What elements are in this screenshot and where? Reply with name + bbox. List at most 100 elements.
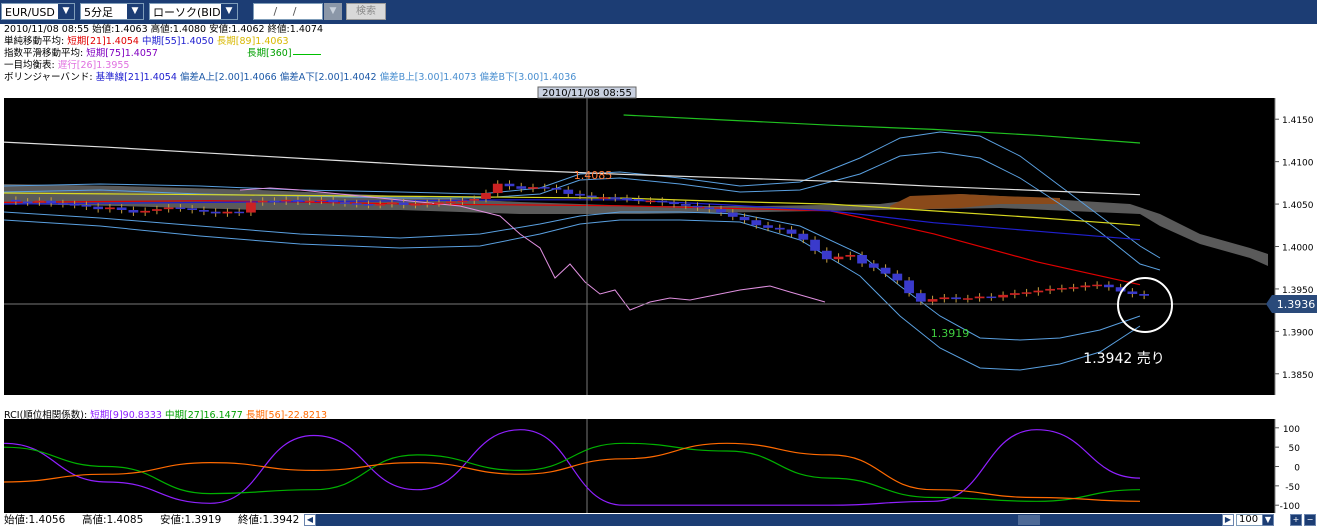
candle-body bbox=[716, 209, 726, 213]
candle-body bbox=[210, 211, 221, 214]
candle-body bbox=[633, 198, 644, 201]
zoom-out-icon[interactable]: − bbox=[1304, 514, 1316, 526]
sell-annotation: 1.3942 売り bbox=[1083, 351, 1164, 367]
candle-body bbox=[692, 205, 703, 208]
candle-body bbox=[657, 200, 668, 203]
ema-label: 指数平滑移動平均: bbox=[4, 48, 84, 59]
candle-body bbox=[34, 200, 45, 203]
scrollbar-thumb[interactable] bbox=[1018, 515, 1040, 525]
scroll-right-icon[interactable]: ▶ bbox=[1222, 514, 1234, 526]
candle-body bbox=[739, 216, 750, 221]
pair-select[interactable]: EUR/USD ▼ bbox=[1, 3, 75, 20]
long360-line-swatch bbox=[293, 54, 321, 55]
price-chart-svg[interactable]: 1.4150 1.4100 1.4050 1.4000 1.3950 1.3900 1.38… bbox=[0, 86, 1317, 406]
candle-body bbox=[175, 207, 186, 209]
indicator-info-panel: 2010/11/08 08:55 始値:1.4063 高値:1.4080 安値:… bbox=[0, 24, 1317, 86]
candle-body bbox=[962, 298, 973, 300]
price-chart[interactable]: 1.4150 1.4100 1.4050 1.4000 1.3950 1.3900 1.38… bbox=[0, 86, 1317, 406]
rci-tick-label: -50 bbox=[1285, 483, 1300, 493]
candle-body bbox=[128, 210, 139, 213]
candle-body bbox=[516, 186, 527, 189]
rci-chart[interactable]: RCI(順位相関係数): 短期[9]90.8333 中期[27]16.1477 … bbox=[0, 406, 1317, 514]
status-high: 高値:1.4085 bbox=[82, 514, 144, 526]
candle-body bbox=[504, 183, 515, 187]
candle-body bbox=[727, 212, 738, 217]
status-close: 終値:1.3942 bbox=[238, 514, 300, 526]
chevron-down-icon[interactable]: ▼ bbox=[221, 4, 237, 19]
timeframe-value: 5分足 bbox=[84, 6, 113, 19]
horizontal-scrollbar[interactable] bbox=[316, 514, 1222, 526]
candle-body bbox=[598, 197, 609, 199]
candle-body bbox=[539, 187, 550, 189]
chevron-down-icon[interactable]: ▼ bbox=[58, 4, 74, 19]
candle-body bbox=[269, 200, 280, 203]
candle-body bbox=[786, 229, 797, 234]
candle-body bbox=[951, 297, 961, 300]
sma-long: 長期[89]1.4063 bbox=[216, 36, 289, 47]
chart-type-select[interactable]: ローソク(BID) ▼ bbox=[149, 3, 238, 20]
status-open: 始値:1.4056 bbox=[4, 514, 66, 526]
candle-body bbox=[340, 202, 350, 204]
candle-body bbox=[1021, 292, 1032, 294]
candle-body bbox=[375, 204, 386, 206]
candle-body bbox=[222, 211, 233, 214]
zoom-in-icon[interactable]: + bbox=[1290, 514, 1302, 526]
candle-body bbox=[669, 202, 679, 205]
pair-value: EUR/USD bbox=[5, 6, 55, 19]
search-button[interactable]: 検索 bbox=[346, 3, 386, 20]
chevron-down-icon[interactable]: ▼ bbox=[127, 4, 143, 19]
candle-body bbox=[281, 199, 292, 202]
bollinger-label: ボリンジャーバンド: bbox=[4, 72, 93, 83]
candle-body bbox=[551, 187, 562, 190]
candle-body bbox=[434, 202, 444, 204]
candle-body bbox=[363, 204, 374, 206]
rci-axis-ticks: 100 50 0 -50 -100 bbox=[1275, 425, 1300, 512]
price-tick-label: 1.4050 bbox=[1282, 201, 1314, 211]
candle-body bbox=[1139, 294, 1149, 296]
candle-body bbox=[998, 294, 1008, 298]
candle-body bbox=[246, 202, 256, 213]
bollinger-b-up: 偏差B上[3.00]1.4073 bbox=[379, 72, 477, 83]
price-tick-label: 1.4150 bbox=[1282, 116, 1314, 126]
rci-tick-label: 100 bbox=[1283, 425, 1300, 435]
candle-body bbox=[986, 296, 997, 299]
candle-body bbox=[645, 200, 656, 203]
ohlc-line: 2010/11/08 08:55 始値:1.4063 高値:1.4080 安値:… bbox=[4, 24, 323, 35]
candle-body bbox=[105, 207, 115, 210]
candle-body bbox=[845, 254, 856, 257]
candle-body bbox=[821, 250, 832, 260]
candle-body bbox=[293, 199, 303, 202]
candle-body bbox=[163, 207, 174, 210]
date-input[interactable]: / / bbox=[253, 3, 323, 20]
timeframe-select[interactable]: 5分足 ▼ bbox=[80, 3, 144, 20]
rci-chart-svg[interactable]: 100 50 0 -50 -100 bbox=[0, 406, 1317, 514]
candle-body bbox=[1009, 293, 1020, 295]
candle-body bbox=[69, 204, 80, 206]
candle-body bbox=[751, 220, 762, 226]
candle-body bbox=[304, 200, 315, 203]
scroll-left-icon[interactable]: ◀ bbox=[304, 514, 316, 526]
candle-body bbox=[586, 195, 597, 198]
sma-short: 短期[21]1.4054 bbox=[67, 36, 139, 47]
candle-body bbox=[257, 200, 268, 203]
candle-body bbox=[680, 204, 691, 206]
candle-body bbox=[774, 227, 785, 230]
rci-tick-label: -100 bbox=[1280, 502, 1301, 512]
candle-body bbox=[398, 202, 409, 205]
bollinger-a-down: 偏差A下[2.00]1.4042 bbox=[279, 72, 377, 83]
price-tick-label: 1.4000 bbox=[1282, 244, 1314, 254]
calendar-dropdown-icon[interactable]: ▼ bbox=[324, 3, 342, 20]
candle-body bbox=[528, 187, 538, 189]
candle-body bbox=[857, 254, 867, 264]
sma-label: 単純移動平均: bbox=[4, 36, 65, 47]
candle-body bbox=[422, 203, 433, 205]
candle-body bbox=[457, 200, 468, 203]
bar-count-value: 100 bbox=[1239, 514, 1259, 525]
rci-tick-label: 50 bbox=[1289, 444, 1301, 454]
candle-body bbox=[410, 204, 421, 206]
candle-body bbox=[810, 239, 820, 251]
bar-count-chevron-icon[interactable]: ▼ bbox=[1262, 514, 1274, 526]
candle-body bbox=[763, 225, 773, 228]
candle-body bbox=[563, 189, 574, 194]
candle-body bbox=[1127, 291, 1138, 295]
